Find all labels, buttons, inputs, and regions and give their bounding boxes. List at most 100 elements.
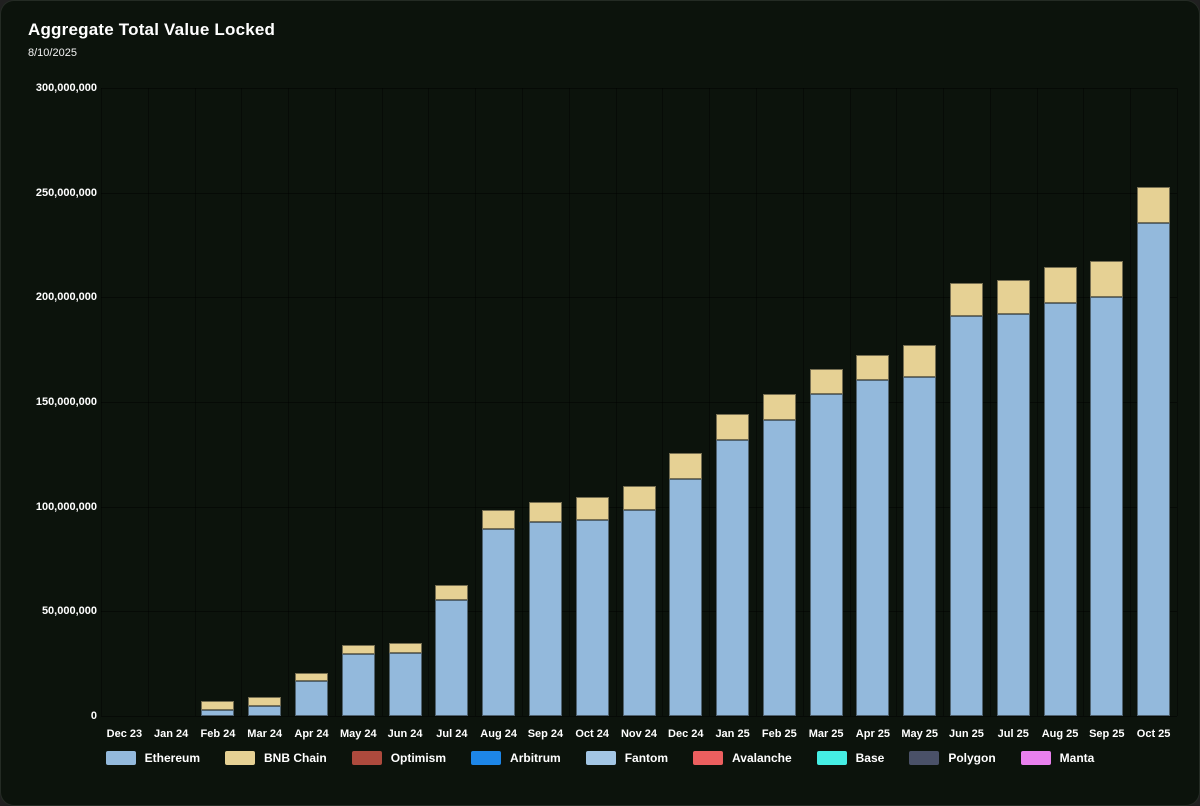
bar-segment-bnb-chain	[295, 673, 328, 681]
legend-item-base[interactable]: Base	[817, 751, 885, 765]
y-axis-tick-label: 0	[17, 709, 97, 723]
grid-line-vertical	[1177, 88, 1178, 716]
bar-segment-ethereum	[856, 380, 889, 716]
legend-item-manta[interactable]: Manta	[1021, 751, 1095, 765]
legend-swatch-optimism	[352, 751, 382, 765]
grid-line-vertical	[288, 88, 289, 716]
grid-line-vertical	[1083, 88, 1084, 716]
grid-line-vertical	[990, 88, 991, 716]
legend-item-arbitrum[interactable]: Arbitrum	[471, 751, 561, 765]
legend-label: Avalanche	[732, 751, 792, 765]
legend-swatch-manta	[1021, 751, 1051, 765]
bar-segment-bnb-chain	[1044, 267, 1077, 303]
bar-segment-ethereum	[1044, 303, 1077, 716]
bar-segment-bnb-chain	[997, 280, 1030, 315]
bar-segment-ethereum	[950, 316, 983, 716]
y-axis-tick-label: 300,000,000	[17, 81, 97, 95]
bar-segment-ethereum	[389, 653, 422, 716]
page-title: Aggregate Total Value Locked	[28, 20, 275, 40]
bar-segment-bnb-chain	[201, 701, 234, 709]
bar-segment-bnb-chain	[716, 414, 749, 440]
bar-segment-ethereum	[997, 314, 1030, 716]
bar-segment-ethereum	[1137, 223, 1170, 716]
bar-segment-bnb-chain	[903, 345, 936, 376]
grid-line-vertical	[241, 88, 242, 716]
legend-label: Base	[856, 751, 885, 765]
bar-segment-bnb-chain	[529, 502, 562, 522]
bar-segment-ethereum	[529, 522, 562, 716]
bar-segment-bnb-chain	[856, 355, 889, 380]
grid-line-vertical	[148, 88, 149, 716]
grid-line-vertical	[709, 88, 710, 716]
legend-label: Manta	[1060, 751, 1095, 765]
grid-line-vertical	[896, 88, 897, 716]
grid-line-horizontal	[101, 716, 1177, 717]
y-axis-tick-label: 250,000,000	[17, 186, 97, 200]
bar-segment-bnb-chain	[576, 497, 609, 520]
bar-segment-ethereum	[201, 710, 234, 716]
bar-segment-ethereum	[623, 510, 656, 716]
grid-line-vertical	[475, 88, 476, 716]
chart-legend: Ethereum BNB Chain Optimism Arbitrum Fantom A…	[1, 751, 1199, 765]
bar-segment-bnb-chain	[1137, 187, 1170, 223]
bar-segment-bnb-chain	[482, 510, 515, 529]
legend-item-fantom[interactable]: Fantom	[586, 751, 668, 765]
legend-item-ethereum[interactable]: Ethereum	[106, 751, 200, 765]
bar-segment-ethereum	[248, 706, 281, 716]
grid-line-vertical	[382, 88, 383, 716]
legend-swatch-polygon	[909, 751, 939, 765]
legend-swatch-avalanche	[693, 751, 723, 765]
y-axis-tick-label: 100,000,000	[17, 500, 97, 514]
bar-segment-bnb-chain	[669, 453, 702, 479]
grid-line-horizontal	[101, 193, 1177, 194]
legend-label: Fantom	[625, 751, 668, 765]
grid-line-vertical	[101, 88, 102, 716]
bar-segment-ethereum	[576, 520, 609, 716]
grid-line-vertical	[662, 88, 663, 716]
legend-swatch-base	[817, 751, 847, 765]
grid-line-vertical	[850, 88, 851, 716]
grid-line-vertical	[522, 88, 523, 716]
legend-swatch-ethereum	[106, 751, 136, 765]
bar-segment-ethereum	[810, 394, 843, 716]
legend-swatch-bnb-chain	[225, 751, 255, 765]
legend-item-polygon[interactable]: Polygon	[909, 751, 995, 765]
bar-segment-ethereum	[482, 529, 515, 716]
grid-line-vertical	[803, 88, 804, 716]
grid-line-vertical	[1037, 88, 1038, 716]
bar-segment-bnb-chain	[623, 486, 656, 510]
legend-swatch-arbitrum	[471, 751, 501, 765]
bar-segment-ethereum	[342, 654, 375, 716]
grid-line-vertical	[428, 88, 429, 716]
legend-item-avalanche[interactable]: Avalanche	[693, 751, 792, 765]
grid-line-vertical	[569, 88, 570, 716]
bar-segment-ethereum	[295, 681, 328, 716]
grid-line-vertical	[195, 88, 196, 716]
bar-segment-bnb-chain	[435, 585, 468, 600]
bar-segment-ethereum	[903, 377, 936, 716]
legend-label: Optimism	[391, 751, 446, 765]
legend-item-bnb-chain[interactable]: BNB Chain	[225, 751, 327, 765]
y-axis-tick-label: 50,000,000	[17, 604, 97, 618]
y-axis-tick-label: 200,000,000	[17, 290, 97, 304]
bar-segment-ethereum	[716, 440, 749, 716]
bar-segment-ethereum	[669, 479, 702, 716]
bar-segment-ethereum	[435, 600, 468, 716]
y-axis-tick-label: 150,000,000	[17, 395, 97, 409]
grid-line-vertical	[616, 88, 617, 716]
legend-swatch-fantom	[586, 751, 616, 765]
chart-date: 8/10/2025	[28, 47, 77, 59]
legend-item-optimism[interactable]: Optimism	[352, 751, 446, 765]
bar-segment-bnb-chain	[950, 283, 983, 316]
x-axis-tick-label: Oct 25	[1126, 727, 1182, 741]
legend-label: Ethereum	[145, 751, 200, 765]
bar-segment-bnb-chain	[342, 645, 375, 654]
bar-segment-bnb-chain	[810, 369, 843, 394]
tvl-chart-card: Aggregate Total Value Locked 8/10/2025 E…	[0, 0, 1200, 806]
bar-segment-bnb-chain	[1090, 261, 1123, 298]
grid-line-vertical	[756, 88, 757, 716]
legend-label: Arbitrum	[510, 751, 561, 765]
grid-line-horizontal	[101, 88, 1177, 89]
bar-segment-ethereum	[1090, 297, 1123, 716]
legend-label: Polygon	[948, 751, 995, 765]
